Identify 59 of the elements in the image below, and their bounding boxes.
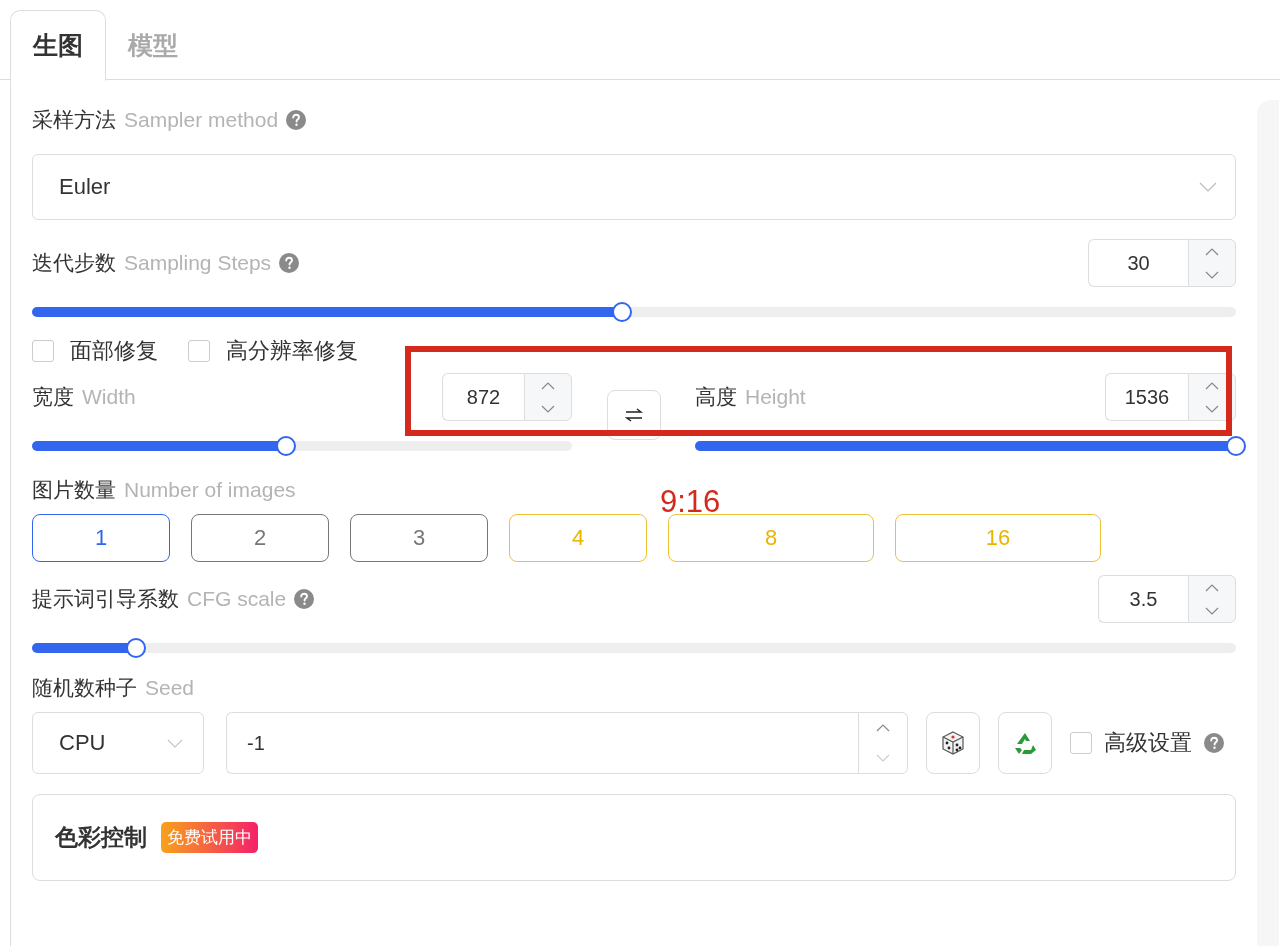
field-hint: Sampling Steps [124,251,272,275]
help-icon[interactable] [294,589,315,609]
help-icon[interactable] [286,110,307,130]
field-label: 提示词引导系数 [32,586,179,612]
help-icon[interactable] [1204,733,1224,753]
color-control-card[interactable]: 色彩控制 免费试用中 [32,794,1236,881]
checkbox[interactable] [32,340,54,362]
chevron-down-icon[interactable] [1205,404,1219,413]
checkbox[interactable] [188,340,210,362]
random-seed-button[interactable] [926,712,980,774]
field-label: 随机数种子 [32,675,137,701]
chevron-down-icon [1199,182,1217,192]
number-field[interactable]: 1536 [1105,373,1188,421]
select-value: Euler [59,174,111,200]
help-icon[interactable] [279,253,300,273]
reuse-seed-button[interactable] [998,712,1052,774]
field-label: 采样方法 [32,107,116,133]
chevron-down-icon [167,738,183,748]
field-label: 宽度 [32,384,74,410]
sampler-select[interactable]: Euler [32,154,1236,220]
slider-thumb[interactable] [125,638,146,658]
checkbox-label[interactable]: 高级设置 [1104,728,1192,758]
field-hint: Width [82,385,136,409]
slider-thumb[interactable] [611,302,632,322]
number-field[interactable]: 872 [442,373,524,421]
swap-icon [625,408,643,422]
chevron-up-icon[interactable] [1205,381,1219,390]
field-hint: Height [745,385,806,409]
slider-thumb[interactable] [1226,436,1246,456]
count-option[interactable]: 2 [191,514,329,562]
count-option[interactable]: 1 [32,514,170,562]
checkbox[interactable] [1070,732,1092,754]
slider-thumb[interactable] [275,436,296,456]
field-label: 图片数量 [32,477,116,503]
number-field[interactable]: 30 [1088,239,1188,287]
chevron-down-icon[interactable] [1205,270,1219,279]
count-option[interactable]: 3 [350,514,488,562]
chevron-up-icon[interactable] [1205,583,1219,592]
field-hint: Sampler method [124,108,279,132]
field-hint: CFG scale [187,587,287,611]
field-hint: Number of images [124,478,296,502]
dice-icon [940,730,966,756]
field-label: 迭代步数 [32,250,116,276]
checkbox-label[interactable]: 高分辨率修复 [226,336,358,366]
seed-field[interactable]: -1 [226,712,858,774]
chevron-up-icon[interactable] [876,724,890,732]
number-field[interactable]: 3.5 [1098,575,1188,623]
trial-badge: 免费试用中 [161,822,258,853]
chevron-up-icon[interactable] [541,381,555,390]
tab[interactable]: 生图 [10,10,106,81]
field-label: 高度 [695,384,737,410]
checkbox-label[interactable]: 面部修复 [70,336,158,366]
field-hint: Seed [145,676,195,700]
card-title: 色彩控制 [55,823,147,852]
device-select[interactable]: CPU [32,712,204,774]
chevron-up-icon[interactable] [1205,247,1219,256]
chevron-down-icon[interactable] [541,404,555,413]
select-value: CPU [59,730,106,756]
chevron-down-icon[interactable] [1205,606,1219,615]
